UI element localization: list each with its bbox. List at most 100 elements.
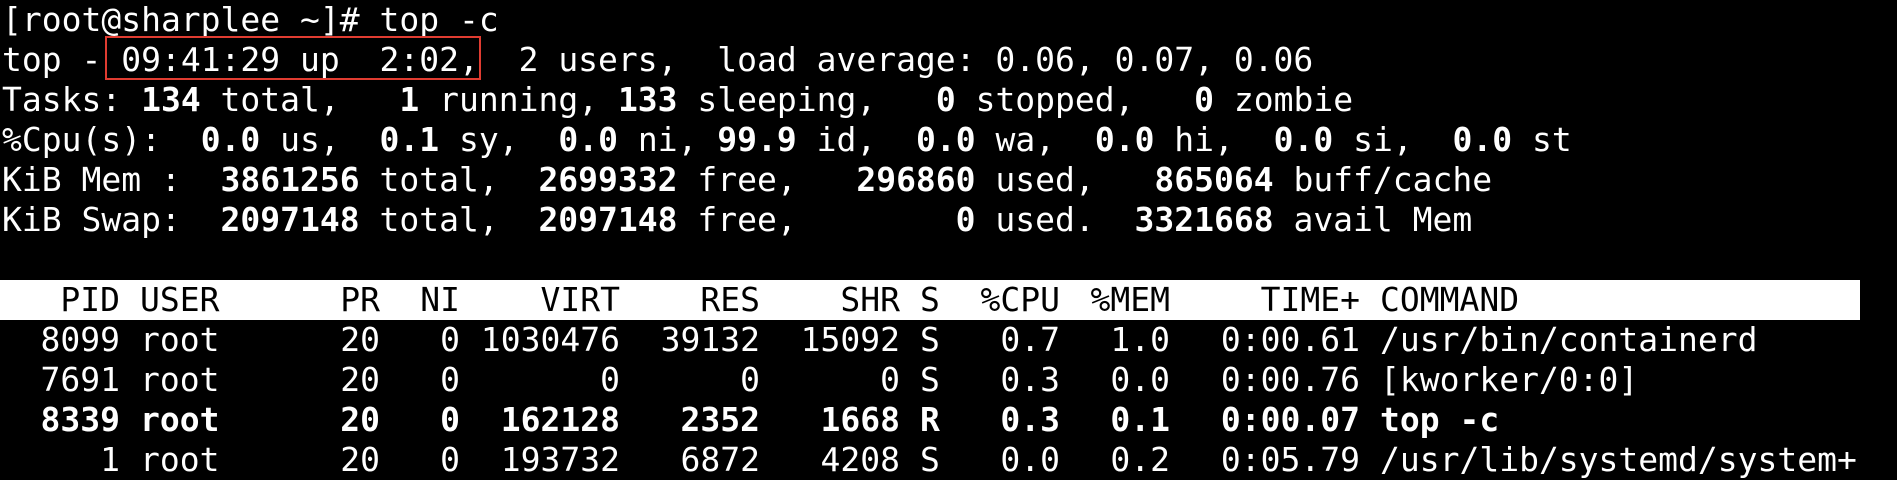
cell-virt: 1030476: [480, 320, 620, 359]
cell-time: 0:00.61: [1220, 320, 1360, 359]
swap-used-label: used.: [975, 200, 1135, 239]
tasks-sleeping-label: sleeping,: [677, 80, 936, 119]
swap-label: KiB Swap:: [2, 200, 221, 239]
cell-state: S: [920, 360, 940, 399]
cpu-hi: 0.0: [1094, 120, 1155, 159]
tasks-stopped: 0: [935, 80, 956, 119]
cpu-wa-label: wa,: [975, 120, 1095, 159]
cell-user: root: [140, 320, 220, 359]
mem-buff-cache-label: buff/cache: [1273, 160, 1493, 199]
cell-shr: 4208: [820, 440, 900, 479]
cell-res: 2352: [680, 400, 760, 439]
shell-prompt: [root@sharplee ~]# top -c: [2, 0, 499, 39]
cell-command: [kworker/0:0]: [1380, 360, 1639, 399]
cell-mem: 1.0: [1110, 320, 1170, 359]
tasks-stopped-label: stopped,: [955, 80, 1195, 119]
swap-free: 2097148: [538, 200, 678, 239]
mem-buff-cache: 865064: [1154, 160, 1274, 199]
cell-ni: 0: [440, 440, 460, 479]
cpu-si-label: si,: [1333, 120, 1453, 159]
cell-command: /usr/bin/containerd: [1380, 320, 1758, 359]
cpu-id-label: id,: [796, 120, 916, 159]
column-virt: VIRT: [540, 280, 620, 319]
cell-cpu: 0.0: [1000, 440, 1060, 479]
mem-label: KiB Mem :: [2, 160, 221, 199]
swap-free-label: free,: [677, 200, 956, 239]
cpu-sy-label: sy,: [439, 120, 559, 159]
cpu-hi-label: hi,: [1154, 120, 1274, 159]
column-mem: %MEM: [1090, 280, 1170, 319]
column-cpu: %CPU: [980, 280, 1060, 319]
cpu-us-label: us,: [260, 120, 380, 159]
tasks-total: 134: [141, 80, 201, 119]
column-time: TIME+: [1260, 280, 1360, 319]
cell-state: S: [920, 440, 940, 479]
cell-time: 0:00.76: [1220, 360, 1360, 399]
cell-mem: 0.0: [1110, 360, 1170, 399]
table-row: 8099 root 20 0 1030476 39132 15092 S 0.7…: [0, 320, 1897, 360]
swap-line: KiB Swap: 2097148 total, 2097148 free, 0…: [2, 200, 1472, 240]
tasks-running: 1: [399, 80, 420, 119]
cell-pr: 20: [340, 320, 380, 359]
cell-user: root: [140, 400, 220, 439]
cpu-us: 0.0: [200, 120, 261, 159]
cpu-sy: 0.1: [379, 120, 440, 159]
cell-ni: 0: [440, 320, 460, 359]
cell-shr: 0: [880, 360, 900, 399]
mem-free-label: free,: [677, 160, 857, 199]
cpu-si: 0.0: [1273, 120, 1334, 159]
swap-avail-mem: 3321668: [1134, 200, 1274, 239]
cell-res: 0: [740, 360, 760, 399]
mem-line: KiB Mem : 3861256 total, 2699332 free, 2…: [2, 160, 1492, 200]
cell-ni: 0: [440, 360, 460, 399]
table-row-current-process: 8339 root 20 0 162128 2352 1668 R 0.3 0.…: [0, 400, 1897, 440]
cell-virt: 0: [600, 360, 620, 399]
cell-ni: 0: [440, 400, 460, 439]
cell-pid: 7691: [40, 360, 120, 399]
cell-shr: 1668: [820, 400, 900, 439]
cpu-id: 99.9: [717, 120, 797, 159]
column-pr: PR: [340, 280, 380, 319]
mem-total: 3861256: [220, 160, 360, 199]
column-command: COMMAND: [1380, 280, 1520, 319]
cell-cpu: 0.3: [1000, 360, 1060, 399]
tasks-total-label: total,: [200, 80, 400, 119]
users-load-average: 2 users, load average: 0.06, 0.07, 0.06: [478, 40, 1314, 79]
table-row: 7691 root 20 0 0 0 0 S 0.3 0.0 0:00.76 […: [0, 360, 1897, 400]
cell-cpu: 0.7: [1000, 320, 1060, 359]
cell-mem: 0.1: [1110, 400, 1170, 439]
tasks-zombie-label: zombie: [1214, 80, 1354, 119]
cell-cpu: 0.3: [1000, 400, 1060, 439]
cpu-line: %Cpu(s): 0.0 us, 0.1 sy, 0.0 ni, 99.9 id…: [2, 120, 1572, 160]
tasks-label: Tasks:: [2, 80, 142, 119]
cell-command: /usr/lib/systemd/system+: [1380, 440, 1857, 479]
cell-pr: 20: [340, 440, 380, 479]
column-user: USER: [140, 280, 220, 319]
mem-used: 296860: [856, 160, 976, 199]
cell-state: S: [920, 320, 940, 359]
mem-used-label: used,: [975, 160, 1155, 199]
column-shr: SHR: [840, 280, 900, 319]
cell-state: R: [920, 400, 940, 439]
swap-used: 0: [955, 200, 976, 239]
cell-time: 0:05.79: [1220, 440, 1360, 479]
cell-pid: 1: [100, 440, 120, 479]
cpu-st-label: st: [1512, 120, 1572, 159]
cell-pr: 20: [340, 400, 380, 439]
cell-mem: 0.2: [1110, 440, 1170, 479]
cell-user: root: [140, 440, 220, 479]
swap-total: 2097148: [220, 200, 360, 239]
time-uptime-highlight-box: [105, 36, 481, 80]
cpu-ni-label: ni,: [617, 120, 718, 159]
swap-total-label: total,: [359, 200, 539, 239]
cell-res: 6872: [680, 440, 760, 479]
cell-shr: 15092: [800, 320, 900, 359]
cell-time: 0:00.07: [1220, 400, 1360, 439]
process-table-header: PID USER PR NI VIRT RES SHR S %CPU %MEM …: [0, 280, 1860, 320]
column-state: S: [920, 280, 940, 319]
mem-free: 2699332: [538, 160, 678, 199]
top-prefix: top -: [2, 40, 122, 79]
cell-pid: 8099: [40, 320, 120, 359]
cpu-wa: 0.0: [916, 120, 976, 159]
column-res: RES: [700, 280, 760, 319]
